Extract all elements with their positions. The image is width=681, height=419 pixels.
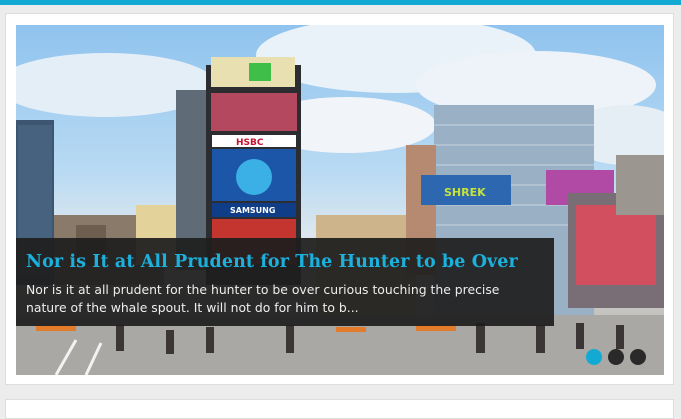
shrek-billboard-text: SHREK [444,186,486,199]
top-accent-bar [0,0,681,5]
hsbc-billboard-text: HSBC [236,138,264,148]
pagination-dot-1[interactable] [586,349,602,365]
caption-text: Nor is it at all prudent for the hunter … [26,282,500,315]
next-card [5,399,674,419]
pagination-dot-2[interactable] [608,349,624,365]
samsung-billboard-text: SAMSUNG [230,206,275,215]
pagination-dot-3[interactable] [630,349,646,365]
slider-pagination [586,349,646,365]
slide-caption: Nor is It at All Prudent for The Hunter … [16,238,554,326]
caption-title[interactable]: Nor is It at All Prudent for The Hunter … [26,252,518,272]
